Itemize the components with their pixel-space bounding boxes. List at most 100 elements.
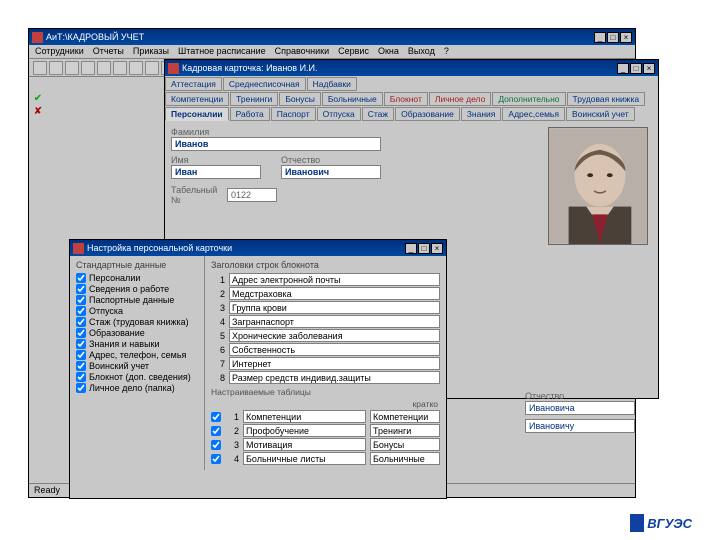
tab[interactable]: Персоналии (165, 107, 229, 121)
note-input[interactable] (229, 343, 440, 356)
name-input[interactable]: Иван (171, 165, 261, 179)
toolbar-button[interactable] (49, 61, 63, 75)
tab[interactable]: Паспорт (271, 107, 316, 121)
checkbox[interactable] (211, 412, 221, 422)
checkbox[interactable] (76, 350, 86, 360)
note-input[interactable] (229, 329, 440, 342)
table-name-input[interactable] (243, 438, 366, 451)
tab[interactable]: Знания (461, 107, 502, 121)
decl-input[interactable]: Ивановичу (525, 419, 635, 433)
checkbox-row[interactable]: Личное дело (папка) (76, 383, 198, 393)
toolbar-button[interactable] (113, 61, 127, 75)
minimize-button[interactable]: _ (405, 243, 417, 254)
table-name-input[interactable] (243, 410, 366, 423)
row-number: 3 (211, 303, 225, 313)
menu-item[interactable]: Приказы (133, 46, 169, 57)
menu-item[interactable]: Отчеты (93, 46, 124, 57)
tab[interactable]: Компетенции (165, 92, 229, 106)
note-input[interactable] (229, 273, 440, 286)
menu-item[interactable]: Штатное расписание (178, 46, 266, 57)
toolbar-button[interactable] (129, 61, 143, 75)
checkbox[interactable] (76, 328, 86, 338)
tab[interactable]: Тренинги (230, 92, 278, 106)
note-input[interactable] (229, 287, 440, 300)
toolbar-button[interactable] (81, 61, 95, 75)
checkbox[interactable] (76, 317, 86, 327)
close-button[interactable]: × (643, 63, 655, 74)
menu-item[interactable]: Выход (408, 46, 435, 57)
note-input[interactable] (229, 371, 440, 384)
checkbox[interactable] (76, 383, 86, 393)
checkbox[interactable] (76, 339, 86, 349)
tab[interactable]: Адрес,семья (502, 107, 565, 121)
patronymic-input[interactable]: Иванович (281, 165, 381, 179)
surname-input[interactable]: Иванов (171, 137, 381, 151)
maximize-button[interactable]: □ (418, 243, 430, 254)
maximize-button[interactable]: □ (607, 32, 619, 43)
note-input[interactable] (229, 315, 440, 328)
checkbox[interactable] (211, 426, 221, 436)
note-input[interactable] (229, 301, 440, 314)
checkbox[interactable] (76, 273, 86, 283)
checkbox-row[interactable]: Образование (76, 328, 198, 338)
tab[interactable]: Воинский учет (566, 107, 635, 121)
close-button[interactable]: × (620, 32, 632, 43)
toolbar-button[interactable] (97, 61, 111, 75)
table-short-input[interactable] (370, 424, 440, 437)
menu-item[interactable]: Окна (378, 46, 399, 57)
checkbox[interactable] (211, 454, 221, 464)
checkbox-row[interactable]: Персоналии (76, 273, 198, 283)
toolbar-button[interactable] (145, 61, 159, 75)
checkbox-row[interactable]: Сведения о работе (76, 284, 198, 294)
minimize-button[interactable]: _ (594, 32, 606, 43)
tabnum-input[interactable]: 0122 (227, 188, 277, 202)
menu-item[interactable]: Сервис (338, 46, 369, 57)
menu-item[interactable]: Сотрудники (35, 46, 84, 57)
table-name-input[interactable] (243, 424, 366, 437)
toolbar-button[interactable] (33, 61, 47, 75)
checkbox[interactable] (76, 372, 86, 382)
checkbox[interactable] (76, 284, 86, 294)
tab[interactable]: Трудовая книжка (567, 92, 646, 106)
tab[interactable]: Стаж (362, 107, 394, 121)
tab[interactable]: Дополнительно (492, 92, 565, 106)
table-short-input[interactable] (370, 410, 440, 423)
checkbox[interactable] (76, 361, 86, 371)
minimize-button[interactable]: _ (617, 63, 629, 74)
check-icon[interactable]: ✔ (33, 94, 43, 104)
table-short-input[interactable] (370, 452, 440, 465)
tab[interactable]: Работа (230, 107, 270, 121)
app-icon (32, 32, 43, 43)
decl-input[interactable]: Ивановича (525, 401, 635, 415)
toolbar-button[interactable] (65, 61, 79, 75)
checkbox-row[interactable]: Блокнот (доп. сведения) (76, 372, 198, 382)
watermark: ВГУЭС (630, 514, 692, 532)
table-name-input[interactable] (243, 452, 366, 465)
tab[interactable]: Отпуска (317, 107, 361, 121)
row-number: 3 (225, 440, 239, 450)
note-input[interactable] (229, 357, 440, 370)
checkbox-row[interactable]: Воинский учет (76, 361, 198, 371)
table-short-input[interactable] (370, 438, 440, 451)
tab[interactable]: Аттестация (165, 77, 222, 91)
cross-icon[interactable]: ✘ (33, 107, 43, 117)
checkbox[interactable] (211, 440, 221, 450)
checkbox[interactable] (76, 295, 86, 305)
tab[interactable]: Личное дело (429, 92, 491, 106)
checkbox[interactable] (76, 306, 86, 316)
tab[interactable]: Больничные (322, 92, 383, 106)
tab[interactable]: Образование (395, 107, 460, 121)
tab[interactable]: Блокнот (384, 92, 428, 106)
tab[interactable]: Надбавки (307, 77, 357, 91)
checkbox-row[interactable]: Отпуска (76, 306, 198, 316)
checkbox-row[interactable]: Паспортные данные (76, 295, 198, 305)
menu-item[interactable]: Справочники (275, 46, 330, 57)
close-button[interactable]: × (431, 243, 443, 254)
maximize-button[interactable]: □ (630, 63, 642, 74)
checkbox-row[interactable]: Знания и навыки (76, 339, 198, 349)
menu-item[interactable]: ? (444, 46, 449, 57)
tab[interactable]: Среднесписочная (223, 77, 306, 91)
checkbox-row[interactable]: Адрес, телефон, семья (76, 350, 198, 360)
checkbox-row[interactable]: Стаж (трудовая книжка) (76, 317, 198, 327)
tab[interactable]: Бонусы (279, 92, 321, 106)
